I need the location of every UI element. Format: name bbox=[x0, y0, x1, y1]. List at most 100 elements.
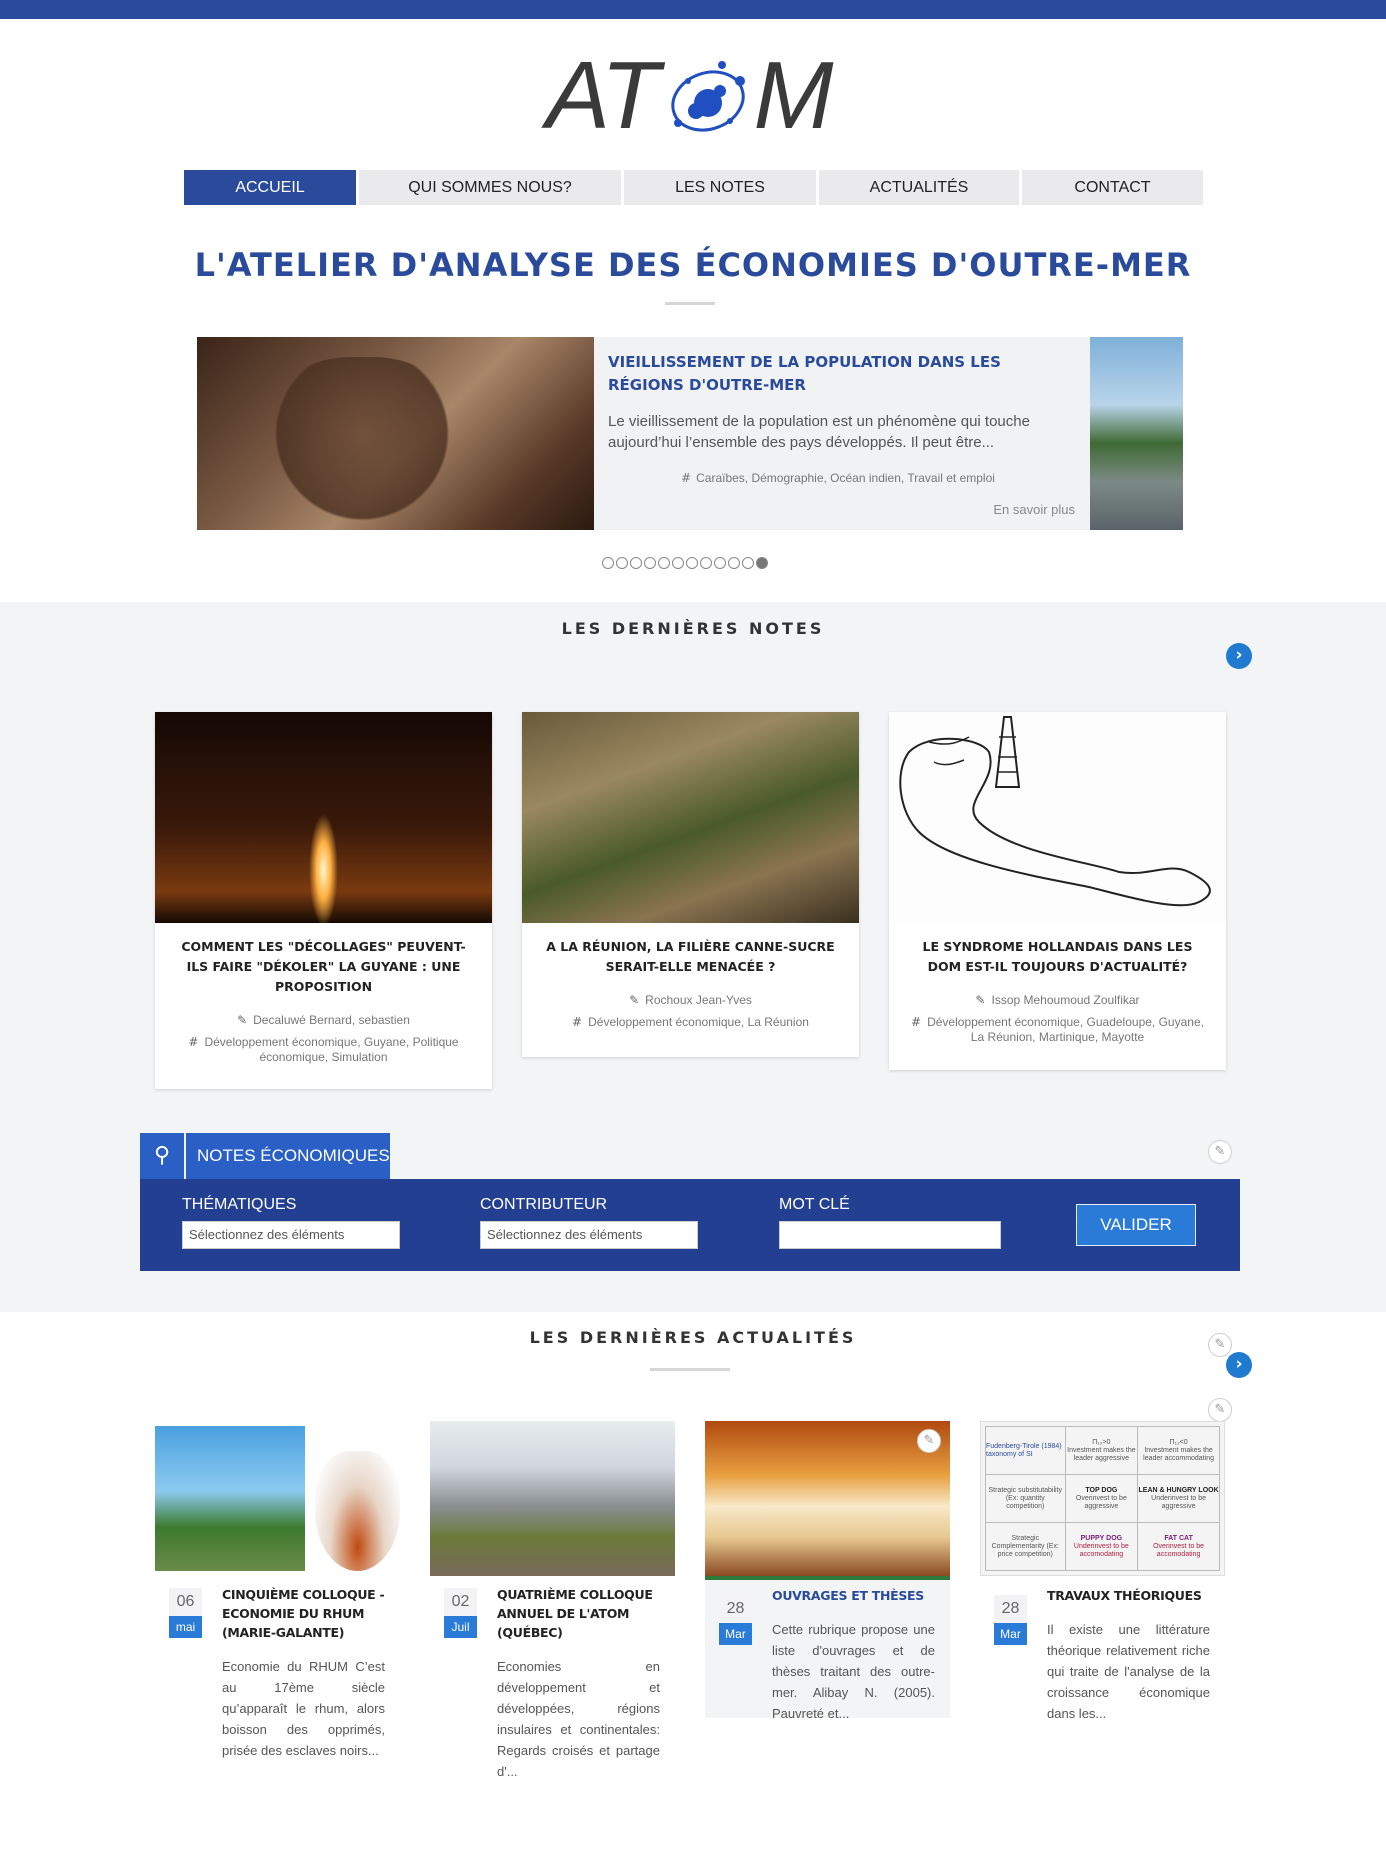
slide-excerpt: Le vieillissement de la population est u… bbox=[608, 413, 1030, 451]
table-cell-subtext: Investment makes the leader aggressive bbox=[1067, 1446, 1136, 1462]
slider-dot[interactable] bbox=[714, 557, 726, 569]
news-title[interactable]: Travaux théoriques bbox=[1047, 1586, 1215, 1605]
valider-button[interactable]: VALIDER bbox=[1076, 1204, 1196, 1246]
news-next-arrow-icon[interactable]: › bbox=[1226, 1352, 1252, 1378]
tagline-divider bbox=[665, 302, 715, 305]
mot-cle-input[interactable] bbox=[779, 1221, 1001, 1249]
news-section-title: LES DERNIÈRES ACTUALITÉS bbox=[529, 1328, 857, 1347]
edit-author-icon: ✎ bbox=[629, 993, 640, 1007]
table-cell: LEAN & HUNGRY LOOK Underinvest to be aggr… bbox=[1137, 1474, 1220, 1523]
slider-dot[interactable] bbox=[756, 557, 768, 569]
slider-dot[interactable] bbox=[728, 557, 740, 569]
news-date: 28 Mar bbox=[719, 1595, 752, 1645]
news-card[interactable]: ✎ 28 Mar Ouvrages et thèses Cette rubriq… bbox=[705, 1421, 950, 1721]
news-image-taxonomy-table[interactable]: Fudenberg-Tirole (1984) taxonomy of SI Π… bbox=[980, 1421, 1225, 1576]
note-tags: # Développement économique, Guyane, Polit… bbox=[155, 1035, 492, 1065]
table-cell-text: Strategic Complementarity (Ex: price com… bbox=[991, 1534, 1059, 1558]
note-card[interactable]: A la Réunion, la filière canne-sucre ser… bbox=[522, 712, 859, 1057]
slider-dot[interactable] bbox=[616, 557, 628, 569]
mot-cle-label: MOT CLÉ bbox=[779, 1196, 850, 1213]
news-image-quebec-building[interactable] bbox=[430, 1421, 675, 1576]
edit-pencil-icon[interactable]: ✎ bbox=[917, 1429, 941, 1453]
atom-logo[interactable]: AT M bbox=[546, 41, 840, 151]
search-icon[interactable]: ⚲ bbox=[140, 1133, 184, 1179]
edit-pencil-icon[interactable]: ✎ bbox=[1208, 1398, 1232, 1422]
note-image-sugarcane[interactable] bbox=[522, 712, 859, 923]
note-author-text[interactable]: Issop Mehoumoud Zoulfikar bbox=[991, 993, 1139, 1007]
news-image-rum-palms[interactable] bbox=[155, 1426, 400, 1576]
news-image-accent-bar bbox=[705, 1576, 950, 1580]
logo-text-at: AT bbox=[546, 42, 660, 149]
slider-dot[interactable] bbox=[644, 557, 656, 569]
news-title[interactable]: Cinquième colloque - Economie du rhum (M… bbox=[222, 1585, 390, 1642]
palm-trees-photo bbox=[155, 1426, 305, 1571]
table-cell: Fudenberg-Tirole (1984) taxonomy of SI bbox=[985, 1426, 1066, 1475]
note-author-text[interactable]: Decaluwé Bernard, sebastien bbox=[253, 1013, 410, 1027]
note-card[interactable]: Le syndrome hollandais dans les DOM est-… bbox=[889, 712, 1226, 1070]
news-day: 02 bbox=[444, 1588, 477, 1616]
slide-next-preview[interactable] bbox=[1090, 337, 1183, 530]
nav-qui-sommes-nous[interactable]: Qui sommes nous? bbox=[359, 170, 621, 205]
news-day: 28 bbox=[719, 1595, 752, 1623]
news-card[interactable]: Fudenberg-Tirole (1984) taxonomy of SI Π… bbox=[980, 1421, 1225, 1721]
slide-read-more-link[interactable]: En savoir plus bbox=[993, 501, 1075, 519]
note-title[interactable]: A la Réunion, la filière canne-sucre ser… bbox=[522, 923, 859, 977]
note-card[interactable]: Comment les "décollages" peuvent-ils fai… bbox=[155, 712, 492, 1089]
note-title[interactable]: Comment les "décollages" peuvent-ils fai… bbox=[155, 923, 492, 997]
note-tags-text[interactable]: Développement économique, Guyane, Politi… bbox=[204, 1035, 458, 1064]
notes-next-arrow-icon[interactable]: › bbox=[1226, 643, 1252, 669]
news-card[interactable]: 02 Juil Quatrième colloque annuel de l'A… bbox=[430, 1421, 675, 1779]
news-excerpt: Il existe une littérature théorique rela… bbox=[1047, 1622, 1210, 1721]
slide-tags-text[interactable]: Caraïbes, Démographie, Océan indien, Tra… bbox=[696, 471, 995, 485]
nav-les-notes[interactable]: Les notes bbox=[624, 170, 816, 205]
logo-text-m: M bbox=[753, 42, 834, 149]
table-cell-text: Fudenberg-Tirole (1984) taxonomy of SI bbox=[986, 1442, 1062, 1458]
page-tagline: L'ATELIER D'ANALYSE DES ÉCONOMIES D'OUTR… bbox=[194, 246, 1192, 284]
thematiques-select[interactable]: Sélectionnez des éléments bbox=[182, 1221, 400, 1249]
news-excerpt: Economie du RHUM C’est au 17ème siècle q… bbox=[222, 1659, 385, 1758]
main-nav: Accueil Qui sommes nous? Les notes Actua… bbox=[184, 170, 1203, 205]
note-title[interactable]: Le syndrome hollandais dans les DOM est-… bbox=[889, 923, 1226, 977]
thematiques-label: THÉMATIQUES bbox=[182, 1196, 297, 1213]
note-author: ✎ Rochoux Jean-Yves bbox=[522, 993, 859, 1008]
table-cell-subtext: Underinvest to be aggressive bbox=[1151, 1494, 1207, 1510]
news-image-open-book[interactable]: ✎ bbox=[705, 1421, 950, 1576]
table-cell-text: PUPPY DOG bbox=[1080, 1534, 1123, 1542]
table-cell-subtext: Underinvest to be accomodating bbox=[1073, 1542, 1129, 1558]
news-month: Juil bbox=[444, 1616, 477, 1638]
slider-dot[interactable] bbox=[658, 557, 670, 569]
top-accent-bar bbox=[0, 0, 1386, 19]
rum-glass-photo bbox=[315, 1451, 400, 1571]
slider-dot[interactable] bbox=[700, 557, 712, 569]
slide-photo-elderly-man[interactable] bbox=[197, 337, 594, 530]
slider-dot[interactable] bbox=[602, 557, 614, 569]
note-author-text[interactable]: Rochoux Jean-Yves bbox=[645, 993, 752, 1007]
table-cell: PUPPY DOG Underinvest to be accomodating bbox=[1064, 1522, 1139, 1571]
nav-contact[interactable]: Contact bbox=[1022, 170, 1203, 205]
note-image-rocket[interactable] bbox=[155, 712, 492, 923]
table-row: Fudenberg-Tirole (1984) taxonomy of SI Π… bbox=[985, 1426, 1220, 1475]
edit-pencil-icon[interactable]: ✎ bbox=[1208, 1140, 1232, 1164]
logo-splash-icon bbox=[671, 61, 745, 132]
edit-pencil-icon[interactable]: ✎ bbox=[1208, 1333, 1232, 1357]
note-tags-text[interactable]: Développement économique, Guadeloupe, Gu… bbox=[927, 1015, 1204, 1044]
slider-dot[interactable] bbox=[742, 557, 754, 569]
search-tab-notes-economiques[interactable]: NOTES ÉCONOMIQUES bbox=[186, 1133, 390, 1179]
slide-title[interactable]: Vieillissement de la population dans les… bbox=[608, 351, 1068, 397]
note-tags: # Développement économique, Guadeloupe, G… bbox=[889, 1015, 1226, 1045]
table-cell-subtext: Overinvest to be accomodating bbox=[1153, 1542, 1205, 1558]
slider-dot[interactable] bbox=[630, 557, 642, 569]
note-image-dutch-disease-cartoon[interactable] bbox=[889, 712, 1226, 923]
featured-slider: Vieillissement de la population dans les… bbox=[197, 337, 1183, 530]
nav-accueil[interactable]: Accueil bbox=[184, 170, 356, 205]
news-title[interactable]: Quatrième colloque annuel de l'ATOM (Qué… bbox=[497, 1585, 665, 1642]
news-card[interactable]: 06 mai Cinquième colloque - Economie du … bbox=[155, 1426, 400, 1766]
contributeur-select[interactable]: Sélectionnez des éléments bbox=[480, 1221, 698, 1249]
notes-section-title: LES DERNIÈRES NOTES bbox=[561, 619, 825, 638]
note-tags-text[interactable]: Développement économique, La Réunion bbox=[588, 1015, 809, 1029]
slider-dot[interactable] bbox=[686, 557, 698, 569]
slider-pagination bbox=[602, 557, 768, 569]
nav-actualites[interactable]: Actualités bbox=[819, 170, 1019, 205]
slider-dot[interactable] bbox=[672, 557, 684, 569]
news-title[interactable]: Ouvrages et thèses bbox=[772, 1586, 940, 1605]
